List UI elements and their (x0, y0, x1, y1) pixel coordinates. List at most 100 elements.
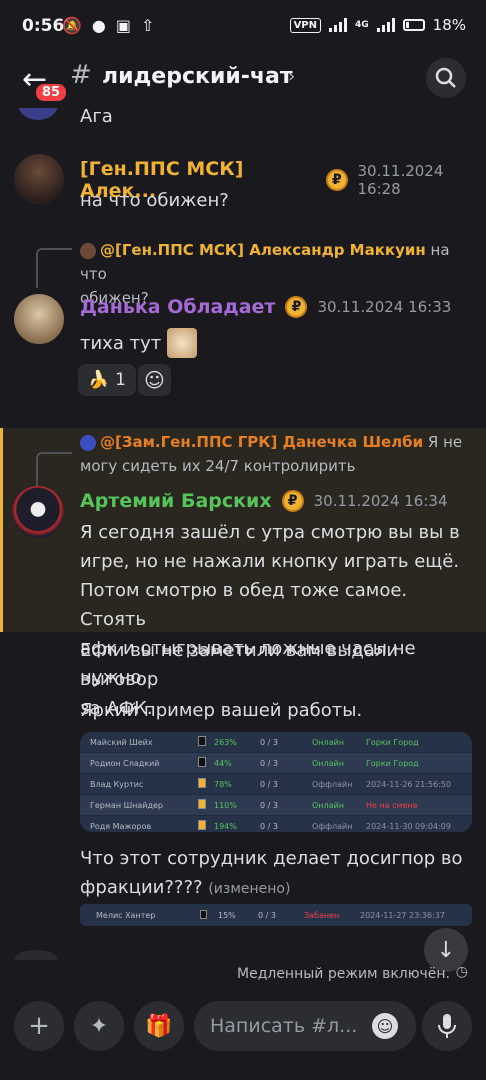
message-line: фракции???? (80, 877, 203, 898)
avatar[interactable] (14, 294, 64, 344)
status-bar: 0:56 🔕 ● ▣ ⇧ VPN 4G 18% (0, 0, 486, 52)
cell-pct: 15% (218, 910, 236, 920)
cell-status: Забанен (304, 910, 340, 920)
clock-icon: ◷ (455, 964, 468, 980)
battery-icon (402, 19, 425, 31)
table-row: Родион Сладкий 44% 0 / 3 Онлайн Горки Город (80, 753, 472, 774)
cell-pct: 263% (214, 737, 237, 747)
cell-name: Родион Сладкий (90, 758, 160, 768)
unread-badge: 85 (34, 82, 69, 103)
author-name[interactable]: Артемий Барских (80, 490, 272, 512)
arrow-down-icon: ↓ (436, 937, 456, 963)
table-row: Влад Куртис 78% 0 / 3 Оффлайн 2024-11-26 21:… (80, 774, 472, 795)
message-line: Я сегодня зашёл с утра смотрю вы вы в (80, 522, 460, 543)
cell-place: 2024-11-26 21:56:50 (366, 779, 451, 789)
cell-ratio: 0 / 3 (260, 821, 278, 831)
signal-icon-2 (376, 18, 395, 32)
reaction-count: 1 (115, 370, 126, 390)
vpn-badge: VPN (289, 17, 321, 33)
circle-icon: ● (91, 16, 106, 35)
attachment-image[interactable]: Майский Шейх 263% 0 / 3 Онлайн Горки Город Ро… (80, 732, 472, 832)
cell-pct: 110% (214, 800, 237, 810)
cell-icon (172, 778, 210, 790)
gift-button[interactable]: 🎁 (134, 1001, 184, 1051)
timestamp: 30.11.2024 16:33 (317, 298, 452, 316)
author-name[interactable]: Данька Обладает (80, 296, 275, 318)
slowmode-bar: Медленный режим включён. ◷ (0, 960, 486, 988)
timestamp: 30.11.2024 16:34 (313, 492, 448, 510)
reply-avatar (80, 242, 96, 259)
cell-icon (172, 757, 210, 769)
message-text: Яркий пример вашей работы. (80, 700, 363, 721)
message-body: тиха тут (80, 328, 198, 358)
ruble-badge-icon: ₽ (281, 490, 304, 512)
avatar[interactable] (14, 950, 58, 960)
channel-title[interactable]: лидерский-чат (102, 64, 293, 89)
reaction-chip[interactable]: 🍌 1 (78, 364, 136, 396)
search-button[interactable] (426, 58, 466, 98)
table-row: Родя Мажоров 194% 0 / 3 Оффлайн 2024-11-30 0… (80, 816, 472, 832)
chevron-right-icon[interactable]: › (288, 66, 295, 87)
microphone-icon (438, 1014, 456, 1038)
message-text: Ага (80, 108, 113, 127)
cell-place: 2024-11-30 09:04:09 (366, 821, 451, 831)
cell-ratio: 0 / 3 (260, 737, 278, 747)
emoji-button[interactable]: ☺ (372, 1013, 398, 1039)
cell-place: Не на смене (366, 800, 418, 810)
reply-preview[interactable]: @[Зам.Ген.ППС ГРК] Данечка Шелби Я не мо… (80, 430, 472, 478)
cell-name: Герман Шнайдер (90, 800, 164, 810)
smiley-icon: ☺ (144, 368, 165, 392)
reply-author: @[Ген.ППС МСК] Александр Маккуин (100, 241, 426, 259)
ruble-badge-icon: ₽ (326, 169, 348, 191)
attachment-image[interactable]: Мелис Хантер 15% 0 / 3 Забанен 2024-11-2… (80, 904, 472, 926)
battery-level: 18% (432, 16, 466, 34)
channel-hash-icon: # (70, 60, 92, 90)
composer: + ✦ 🎁 Написать #л... ☺ (0, 988, 486, 1080)
plus-icon: + (28, 1011, 50, 1041)
cell-place: 2024-11-27 23:36:37 (360, 910, 445, 920)
cell-icon (160, 909, 210, 921)
cell-status: Онлайн (312, 800, 344, 810)
upload-icon: ⇧ (141, 16, 155, 35)
status-icon (198, 757, 206, 767)
voice-message-button[interactable] (422, 1001, 472, 1051)
sparkle-icon: ✦ (89, 1013, 109, 1039)
search-icon (435, 67, 456, 88)
table-row: Майский Шейх 263% 0 / 3 Онлайн Горки Город (80, 732, 472, 753)
avatar[interactable] (14, 154, 64, 204)
apps-button[interactable]: ✦ (74, 1001, 124, 1051)
clock: 0:56 (22, 16, 65, 36)
reply-author: @[Зам.Ген.ППС ГРК] Данечка Шелби (100, 433, 424, 451)
message-line: Что этот сотрудник делает досигпор во (80, 848, 463, 869)
channel-header: ← 85 # лидерский-чат › (0, 52, 486, 108)
slowmode-text: Медленный режим включён. (237, 966, 450, 982)
cell-ratio: 0 / 3 (258, 910, 276, 920)
avatar[interactable] (12, 486, 64, 538)
table: Майский Шейх 263% 0 / 3 Онлайн Горки Город Ро… (80, 732, 472, 832)
add-attachment-button[interactable]: + (14, 1001, 64, 1051)
message-body: Что этот сотрудник делает досигпор во фр… (80, 844, 476, 904)
add-reaction-button[interactable]: ☺ (138, 364, 171, 396)
cell-name: Влад Куртис (90, 779, 144, 789)
avatar[interactable] (18, 108, 58, 120)
reply-avatar (80, 434, 96, 451)
cell-status: Онлайн (312, 758, 344, 768)
cell-pct: 194% (214, 821, 237, 831)
cell-status: Оффлайн (312, 821, 353, 831)
message-list[interactable]: Ага [Ген.ППС МСК] Алек... ₽ 30.11.2024 1… (0, 108, 486, 960)
cell-pct: 44% (214, 758, 232, 768)
system-status: VPN 4G 18% (289, 16, 466, 34)
reply-text-cont: могу сидеть их 24/7 контролирить (80, 457, 356, 475)
cell-status: Оффлайн (312, 779, 353, 789)
cell-icon (172, 799, 210, 811)
status-icon (198, 736, 206, 746)
message-text: на что обижен? (80, 190, 229, 211)
cell-name: Мелис Хантер (96, 910, 156, 920)
message-line: игре, но не нажали кнопку играть ещё. (80, 551, 460, 572)
dog-emoji-icon (167, 328, 198, 358)
reply-connector (36, 248, 72, 288)
cell-icon (172, 820, 210, 832)
reply-connector (36, 452, 72, 488)
banana-emoji-icon: 🍌 (88, 370, 110, 390)
network-type: 4G (355, 20, 369, 30)
